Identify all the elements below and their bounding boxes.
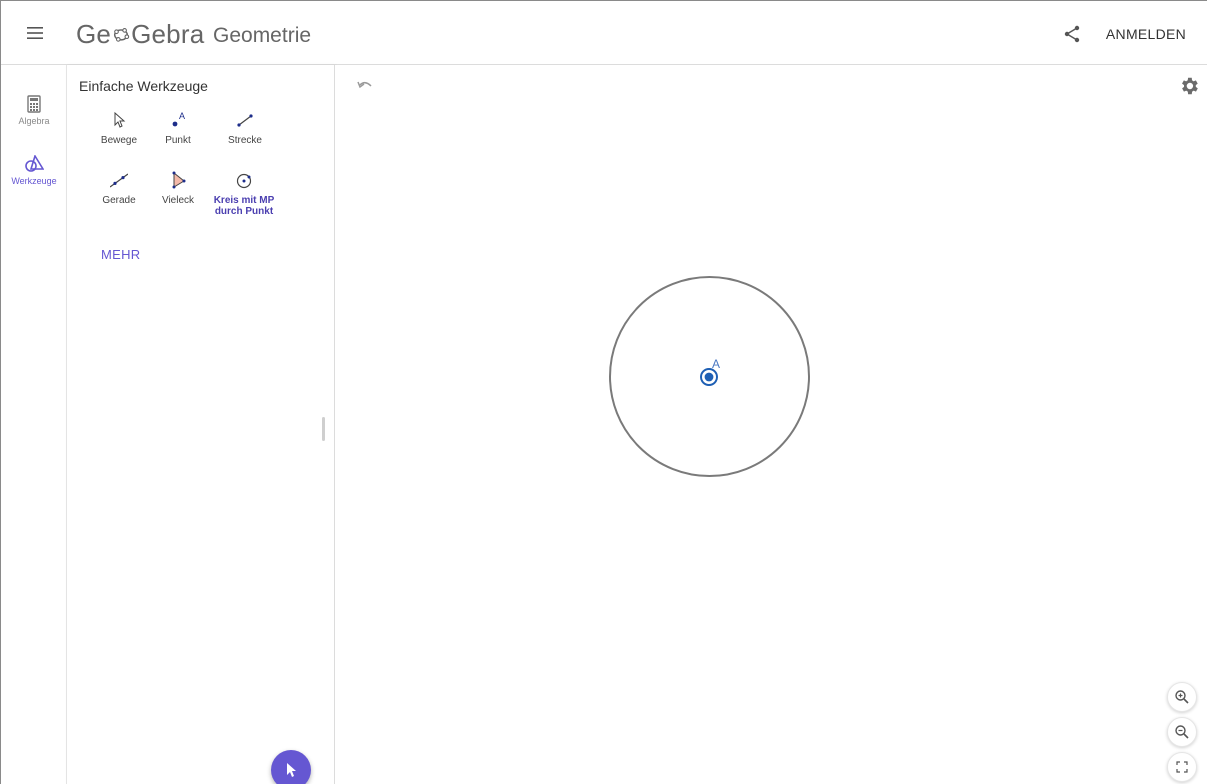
move-mode-fab[interactable] bbox=[271, 750, 311, 784]
rail-item-algebra[interactable]: Algebra bbox=[1, 95, 67, 126]
zoom-in-button[interactable] bbox=[1167, 682, 1197, 712]
tool-label-segment: Strecke bbox=[228, 135, 262, 146]
zoom-out-icon bbox=[1175, 725, 1189, 739]
app-frame: Ge Gebra Geometrie ANMELDEN Algebra Werk… bbox=[0, 0, 1207, 784]
tool-polygon[interactable]: Vieleck bbox=[147, 171, 209, 206]
app-header: Ge Gebra Geometrie ANMELDEN bbox=[1, 1, 1207, 65]
tool-move[interactable]: Bewege bbox=[88, 111, 150, 146]
share-icon bbox=[1064, 25, 1080, 43]
main-menu-button[interactable] bbox=[21, 19, 49, 47]
tools-shapes-icon bbox=[25, 155, 44, 172]
graphics-view[interactable]: A bbox=[335, 65, 1207, 784]
fullscreen-icon bbox=[1176, 761, 1188, 773]
point-a-label: A bbox=[712, 357, 721, 371]
tool-segment[interactable]: Strecke bbox=[214, 111, 276, 146]
tools-panel-title: Einfache Werkzeuge bbox=[79, 78, 208, 94]
hamburger-menu-icon bbox=[27, 27, 43, 39]
share-button[interactable] bbox=[1059, 21, 1085, 47]
tool-point[interactable]: A Punkt bbox=[147, 111, 209, 146]
tool-line[interactable]: Gerade bbox=[88, 171, 150, 206]
logo-text-start: Ge bbox=[76, 19, 112, 49]
geogebra-logo: Ge Gebra bbox=[76, 19, 204, 49]
tool-label-line: Gerade bbox=[102, 195, 136, 206]
rail-item-tools[interactable]: Werkzeuge bbox=[1, 155, 67, 186]
svg-text:A: A bbox=[179, 111, 185, 121]
move-arrow-icon bbox=[114, 111, 126, 128]
fullscreen-button[interactable] bbox=[1167, 752, 1197, 782]
calculator-icon bbox=[27, 95, 41, 113]
logo-text-end: Gebra bbox=[131, 19, 205, 49]
zoom-in-icon bbox=[1175, 690, 1189, 704]
tool-circle-center-point[interactable]: Kreis mit MP durch Punkt bbox=[213, 171, 275, 217]
tool-label-move: Bewege bbox=[100, 135, 138, 146]
rail-label-tools: Werkzeuge bbox=[11, 176, 57, 186]
login-button[interactable]: ANMELDEN bbox=[1101, 23, 1191, 45]
segment-icon bbox=[237, 114, 253, 127]
rail-label-algebra: Algebra bbox=[18, 116, 50, 126]
tool-label-circle: Kreis mit MP durch Punkt bbox=[213, 195, 275, 217]
cursor-arrow-icon bbox=[287, 763, 296, 777]
point-a[interactable] bbox=[704, 372, 714, 382]
logo-o-icon bbox=[114, 28, 130, 42]
more-tools-button[interactable]: MEHR bbox=[101, 247, 140, 262]
point-icon: A bbox=[172, 111, 185, 127]
polygon-icon bbox=[172, 171, 186, 189]
app-title: Geometrie bbox=[213, 24, 312, 47]
tool-label-polygon: Vieleck bbox=[161, 195, 195, 206]
circle-center-point-icon bbox=[236, 173, 252, 189]
line-icon bbox=[110, 173, 128, 188]
tools-panel: Einfache Werkzeuge Bewege A Punkt Streck… bbox=[67, 65, 335, 784]
construction-drawing bbox=[609, 276, 810, 477]
zoom-out-button[interactable] bbox=[1167, 717, 1197, 747]
side-rail: Algebra Werkzeuge bbox=[1, 65, 67, 784]
tool-label-point: Punkt bbox=[165, 135, 191, 146]
panel-resize-handle[interactable] bbox=[322, 417, 325, 441]
